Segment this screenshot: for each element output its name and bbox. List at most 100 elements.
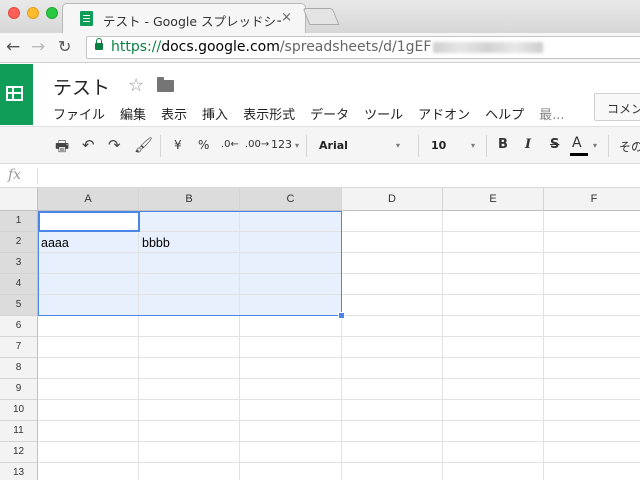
cell-d6[interactable] <box>342 316 443 337</box>
column-header-f[interactable]: F <box>544 188 640 211</box>
row-header-1[interactable]: 1 <box>0 211 38 232</box>
cell-f6[interactable] <box>544 316 640 337</box>
cell-b5[interactable] <box>139 295 240 316</box>
cell-f12[interactable] <box>544 442 640 463</box>
maximize-window-button[interactable] <box>46 7 58 19</box>
close-window-button[interactable] <box>8 7 20 19</box>
row-header-13[interactable]: 13 <box>0 463 38 480</box>
cell-d12[interactable] <box>342 442 443 463</box>
cell-a11[interactable] <box>38 421 139 442</box>
strikethrough-button[interactable]: S <box>550 137 559 152</box>
cell-a5[interactable] <box>38 295 139 316</box>
cell-b12[interactable] <box>139 442 240 463</box>
cell-d13[interactable] <box>342 463 443 480</box>
menu-help[interactable]: ヘルプ <box>485 104 524 123</box>
minimize-window-button[interactable] <box>27 7 39 19</box>
cell-c3[interactable] <box>240 253 342 274</box>
star-icon[interactable]: ☆ <box>128 75 144 96</box>
cell-d10[interactable] <box>342 400 443 421</box>
cell-d1[interactable] <box>342 211 443 232</box>
bold-button[interactable]: B <box>498 137 508 152</box>
cell-f4[interactable] <box>544 274 640 295</box>
cell-d7[interactable] <box>342 337 443 358</box>
cell-f3[interactable] <box>544 253 640 274</box>
cell-c9[interactable] <box>240 379 342 400</box>
menu-last-edit[interactable]: 最... <box>539 104 564 123</box>
font-size-dropdown[interactable]: 10 <box>431 139 446 152</box>
comments-button[interactable]: コメン <box>594 93 640 121</box>
cell-b10[interactable] <box>139 400 240 421</box>
cell-c12[interactable] <box>240 442 342 463</box>
cell-b3[interactable] <box>139 253 240 274</box>
column-header-b[interactable]: B <box>139 188 240 211</box>
paint-format-icon[interactable]: 🖌 <box>134 136 153 154</box>
undo-icon[interactable]: ↶ <box>82 136 95 154</box>
increase-decimal-button[interactable]: .00→ <box>245 139 269 150</box>
menu-tools[interactable]: ツール <box>364 104 403 123</box>
cell-e10[interactable] <box>443 400 544 421</box>
row-header-7[interactable]: 7 <box>0 337 38 358</box>
new-tab-button[interactable] <box>302 8 340 25</box>
row-header-12[interactable]: 12 <box>0 442 38 463</box>
cell-f11[interactable] <box>544 421 640 442</box>
cell-b7[interactable] <box>139 337 240 358</box>
cell-e4[interactable] <box>443 274 544 295</box>
menu-data[interactable]: データ <box>310 104 349 123</box>
cell-d5[interactable] <box>342 295 443 316</box>
cell-b2[interactable]: bbbb <box>139 232 240 253</box>
address-bar[interactable]: https://docs.google.com/spreadsheets/d/1… <box>86 36 640 59</box>
cell-f8[interactable] <box>544 358 640 379</box>
cell-f10[interactable] <box>544 400 640 421</box>
row-header-9[interactable]: 9 <box>0 379 38 400</box>
cell-b1[interactable] <box>139 211 240 232</box>
row-header-6[interactable]: 6 <box>0 316 38 337</box>
cell-f9[interactable] <box>544 379 640 400</box>
cell-c13[interactable] <box>240 463 342 480</box>
number-format-dropdown[interactable]: 123 ▾ <box>271 138 299 151</box>
cell-c10[interactable] <box>240 400 342 421</box>
percent-format-button[interactable]: % <box>198 138 209 152</box>
cell-a4[interactable] <box>38 274 139 295</box>
cell-e12[interactable] <box>443 442 544 463</box>
cell-a1[interactable] <box>38 211 139 232</box>
menu-edit[interactable]: 編集 <box>120 104 146 123</box>
cell-c1[interactable] <box>240 211 342 232</box>
cell-e6[interactable] <box>443 316 544 337</box>
row-header-11[interactable]: 11 <box>0 421 38 442</box>
cell-e2[interactable] <box>443 232 544 253</box>
cell-d3[interactable] <box>342 253 443 274</box>
column-header-a[interactable]: A <box>38 188 139 211</box>
menu-file[interactable]: ファイル <box>53 104 105 123</box>
cell-c6[interactable] <box>240 316 342 337</box>
formula-input[interactable] <box>42 166 632 185</box>
menu-format[interactable]: 表示形式 <box>243 104 295 123</box>
cell-b4[interactable] <box>139 274 240 295</box>
column-header-d[interactable]: D <box>342 188 443 211</box>
cell-a13[interactable] <box>38 463 139 480</box>
back-arrow-icon[interactable]: ← <box>6 37 20 57</box>
cell-c4[interactable] <box>240 274 342 295</box>
cell-b11[interactable] <box>139 421 240 442</box>
cell-b8[interactable] <box>139 358 240 379</box>
cell-f1[interactable] <box>544 211 640 232</box>
fill-handle[interactable] <box>338 312 345 319</box>
cell-d11[interactable] <box>342 421 443 442</box>
cell-e9[interactable] <box>443 379 544 400</box>
cell-d2[interactable] <box>342 232 443 253</box>
tab-close-icon[interactable]: × <box>281 10 292 25</box>
menu-view[interactable]: 表示 <box>161 104 187 123</box>
cell-a7[interactable] <box>38 337 139 358</box>
italic-button[interactable]: I <box>525 137 531 152</box>
cell-a6[interactable] <box>38 316 139 337</box>
cell-e7[interactable] <box>443 337 544 358</box>
row-header-10[interactable]: 10 <box>0 400 38 421</box>
cell-e1[interactable] <box>443 211 544 232</box>
cell-c8[interactable] <box>240 358 342 379</box>
cell-c7[interactable] <box>240 337 342 358</box>
menu-insert[interactable]: 挿入 <box>202 104 228 123</box>
column-header-c[interactable]: C <box>240 188 342 211</box>
row-header-5[interactable]: 5 <box>0 295 38 316</box>
cell-a2[interactable]: aaaa <box>38 232 139 253</box>
cell-f13[interactable] <box>544 463 640 480</box>
cell-b9[interactable] <box>139 379 240 400</box>
